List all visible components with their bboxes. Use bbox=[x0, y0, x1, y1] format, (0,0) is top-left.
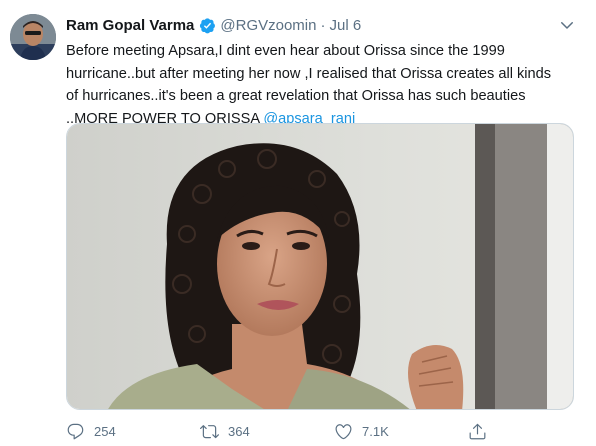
verified-badge-icon bbox=[199, 17, 216, 34]
like-count: 7.1K bbox=[362, 423, 389, 439]
tweet-card[interactable]: Ram Gopal Varma @RGVzoomin · Jul 6 Befor… bbox=[0, 0, 596, 446]
tweet-date[interactable]: Jul 6 bbox=[329, 17, 361, 34]
tweet-text-line: Before meeting Apsara,I dint even hear a… bbox=[66, 43, 505, 59]
avatar[interactable] bbox=[10, 14, 56, 60]
reply-count: 254 bbox=[94, 423, 116, 439]
author-handle[interactable]: @RGVzoomin bbox=[220, 17, 316, 34]
retweet-button[interactable]: 364 bbox=[200, 420, 250, 442]
separator-dot: · bbox=[320, 16, 326, 34]
share-button[interactable] bbox=[468, 420, 496, 442]
chevron-down-icon[interactable] bbox=[558, 16, 576, 34]
reply-icon bbox=[67, 423, 84, 439]
retweet-count: 364 bbox=[228, 423, 250, 439]
reply-button[interactable]: 254 bbox=[66, 420, 116, 442]
tweet-text-line: of hurricanes..it's been a great revelat… bbox=[66, 88, 526, 104]
tweet-text-line: hurricane..but after meeting her now ,I … bbox=[66, 65, 552, 82]
heart-icon bbox=[335, 423, 352, 439]
tweet-header: Ram Gopal Varma @RGVzoomin · Jul 6 bbox=[66, 15, 361, 35]
retweet-icon bbox=[200, 424, 219, 438]
tweet-photo[interactable] bbox=[66, 123, 574, 410]
like-button[interactable]: 7.1K bbox=[334, 420, 389, 442]
author-name[interactable]: Ram Gopal Varma bbox=[66, 17, 194, 34]
photo-illustration bbox=[67, 124, 573, 409]
tweet-actions: 254 364 7.1K bbox=[66, 420, 496, 442]
share-icon bbox=[469, 423, 486, 439]
tweet-text: Before meeting Apsara,I dint even hear a… bbox=[66, 40, 574, 130]
